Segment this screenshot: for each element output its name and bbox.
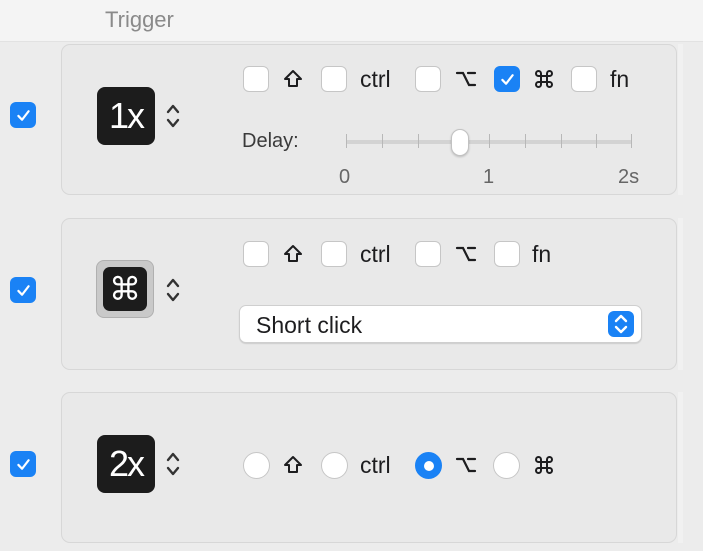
row-3-command-radio[interactable] bbox=[493, 452, 520, 479]
row-3-enable-checkbox[interactable] bbox=[10, 451, 36, 477]
row-2-trigger-icon: ⌘ bbox=[96, 260, 154, 318]
delay-min-label: 0 bbox=[339, 166, 351, 188]
row-1-ctrl-label: ctrl bbox=[360, 66, 391, 92]
row-2-fn-checkbox[interactable] bbox=[494, 241, 520, 267]
shift-icon bbox=[282, 243, 304, 265]
click-type-popup[interactable]: Short click bbox=[239, 305, 642, 343]
row-2-fn-label: fn bbox=[532, 241, 552, 267]
slider-tick bbox=[418, 134, 419, 148]
trigger-column-label: Trigger bbox=[105, 7, 174, 32]
row-2-trigger-stepper[interactable] bbox=[165, 276, 181, 304]
row-3-trigger-icon: 2x bbox=[97, 435, 155, 493]
stepper-chevrons-icon bbox=[165, 102, 181, 130]
row-1-trigger-stepper[interactable] bbox=[165, 102, 181, 130]
checkmark-icon bbox=[15, 456, 32, 473]
command-icon bbox=[533, 454, 555, 476]
slider-tick bbox=[525, 134, 526, 148]
stepper-chevrons-icon bbox=[165, 450, 181, 478]
checkmark-icon bbox=[499, 71, 516, 88]
row-2-scroll-edge bbox=[678, 218, 683, 370]
row-3-ctrl-label: ctrl bbox=[360, 452, 391, 478]
slider-tick bbox=[631, 134, 632, 148]
row-1-trigger-icon: 1x bbox=[97, 87, 155, 145]
delay-max-label: 2s bbox=[618, 166, 640, 188]
slider-tick bbox=[346, 134, 347, 148]
slider-tick bbox=[596, 134, 597, 148]
row-3-scroll-edge bbox=[678, 392, 683, 543]
command-icon bbox=[533, 68, 555, 90]
option-icon bbox=[455, 243, 477, 265]
click-type-selected: Short click bbox=[256, 312, 363, 338]
slider-tick bbox=[489, 134, 490, 148]
row-3-trigger-stepper[interactable] bbox=[165, 450, 181, 478]
shift-icon bbox=[282, 454, 304, 476]
option-icon bbox=[455, 454, 477, 476]
row-2-ctrl-label: ctrl bbox=[360, 241, 391, 267]
row-2-shift-checkbox[interactable] bbox=[243, 241, 269, 267]
popup-arrows-icon bbox=[608, 311, 634, 337]
checkmark-icon bbox=[15, 282, 32, 299]
row-2-enable-checkbox[interactable] bbox=[10, 277, 36, 303]
row-3-shift-radio[interactable] bbox=[243, 452, 270, 479]
row-1-shift-checkbox[interactable] bbox=[243, 66, 269, 92]
row-1-command-checkbox[interactable] bbox=[494, 66, 520, 92]
row-1-option-checkbox[interactable] bbox=[415, 66, 441, 92]
slider-tick bbox=[382, 134, 383, 148]
row-3-ctrl-radio[interactable] bbox=[321, 452, 348, 479]
row-1-fn-checkbox[interactable] bbox=[571, 66, 597, 92]
checkmark-icon bbox=[15, 107, 32, 124]
delay-label: Delay: bbox=[242, 130, 299, 152]
row-2-option-checkbox[interactable] bbox=[415, 241, 441, 267]
row-1-fn-label: fn bbox=[610, 66, 630, 92]
option-icon bbox=[455, 68, 477, 90]
shift-icon bbox=[282, 68, 304, 90]
delay-slider-knob[interactable] bbox=[451, 129, 470, 156]
radio-dot bbox=[423, 460, 434, 471]
trigger-header: Trigger bbox=[0, 0, 703, 42]
row-1-scroll-edge bbox=[678, 44, 683, 195]
slider-tick bbox=[561, 134, 562, 148]
command-key-icon: ⌘ bbox=[103, 267, 147, 311]
delay-mid-label: 1 bbox=[483, 166, 495, 188]
row-3-option-radio[interactable] bbox=[415, 452, 442, 479]
row-1-ctrl-checkbox[interactable] bbox=[321, 66, 347, 92]
stepper-chevrons-icon bbox=[165, 276, 181, 304]
row-1-enable-checkbox[interactable] bbox=[10, 102, 36, 128]
row-2-ctrl-checkbox[interactable] bbox=[321, 241, 347, 267]
